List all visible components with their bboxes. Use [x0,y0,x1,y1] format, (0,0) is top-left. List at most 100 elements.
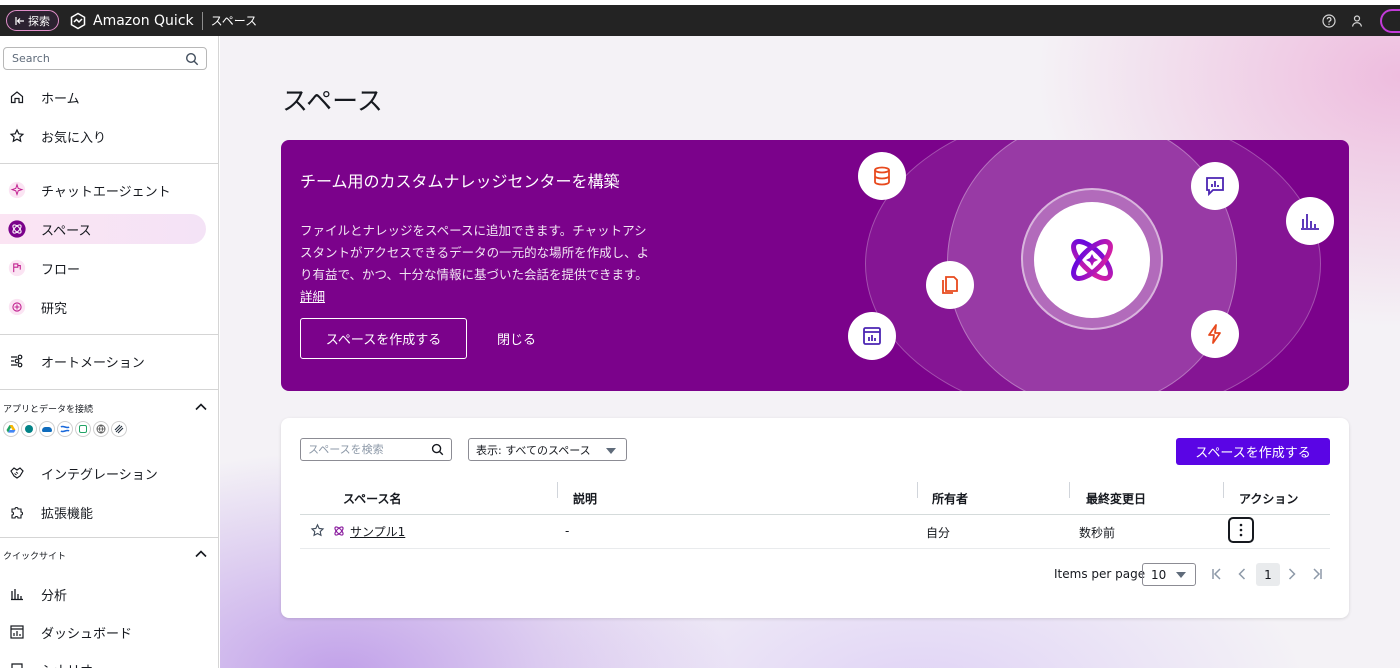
app-connector-list [3,421,127,437]
sidebar-search[interactable] [3,47,207,70]
sidebar-item-spaces[interactable]: スペース [0,214,206,244]
avatar[interactable] [1380,8,1400,33]
quick-logo-icon [70,12,86,29]
hero-banner: チーム用のカスタムナレッジセンターを構築 ファイルとナレッジをスペースに追加でき… [281,140,1349,391]
sidebar-divider [0,389,218,390]
sidebar-item-dashboard[interactable]: ダッシュボード [0,617,218,647]
sidebar-divider [0,163,218,164]
sidebar-item-flows[interactable]: フロー [0,253,218,283]
favorite-star-icon[interactable] [310,523,325,538]
column-divider [1069,482,1070,498]
sidebar-item-label: スペース [41,223,92,239]
sharepoint-icon[interactable] [21,421,37,437]
column-divider [917,482,918,498]
current-page[interactable]: 1 [1256,563,1280,586]
sidebar: ホーム お気に入り チャットエージェント スペース フロー 研究 オートメーショ… [0,36,219,668]
sidebar-item-label: チャットエージェント [41,184,171,200]
space-search-input[interactable] [308,443,423,456]
top-bar: 探索 Amazon Quick スペース [0,0,1400,36]
header-divider [300,514,1330,515]
items-per-page-select[interactable]: 10 [1142,563,1196,586]
row-divider [300,548,1330,549]
next-page-button[interactable] [1282,564,1302,584]
section-quicksight-header[interactable]: クイックサイト [3,546,213,564]
star-icon [9,128,25,143]
search-icon [185,52,199,66]
hero-description-text: ファイルとナレッジをスペースに追加できます。チャットアシスタントがアクセスできる… [300,223,650,282]
onedrive-icon[interactable] [39,421,55,437]
analysis-icon [11,589,23,601]
col-header-description[interactable]: 説明 [573,490,597,507]
flow-icon [8,259,26,277]
chevron-left-icon [1238,568,1246,580]
sidebar-item-integration[interactable]: インテグレーション [0,458,218,488]
chevron-up-icon [195,403,207,411]
bar-chart-icon [1286,197,1334,245]
section-quicksight-label: クイックサイト [3,551,67,562]
space-search[interactable] [300,438,452,461]
documents-icon [926,261,974,309]
chevron-up-icon [195,550,207,558]
sidebar-item-label: インテグレーション [41,467,158,483]
sparkle-icon [8,181,26,199]
feedback-chart-icon [1191,162,1239,210]
sidebar-item-chat-agent[interactable]: チャットエージェント [0,175,218,205]
create-space-button[interactable]: スペースを作成する [1176,438,1330,465]
web-icon[interactable] [93,421,109,437]
confluence-icon[interactable] [57,421,73,437]
puzzle-icon [11,507,23,519]
sidebar-item-home[interactable]: ホーム [0,82,218,112]
space-name-link[interactable]: サンプル1 [350,523,405,540]
research-icon [8,298,26,316]
space-filter-select[interactable]: 表示: すべてのスペース [468,438,627,461]
section-apps-header[interactable]: アプリとデータを接続 [3,399,213,417]
topbar-divider [201,11,203,30]
user-icon[interactable] [1350,14,1364,28]
database-icon [858,152,906,200]
items-per-page-value: 10 [1151,567,1167,582]
column-divider [557,482,558,498]
page-title: スペース [282,87,383,117]
previous-page-button[interactable] [1232,564,1252,584]
learn-more-link[interactable]: 詳細 [300,289,325,304]
hero-create-space-button[interactable]: スペースを作成する [300,318,467,359]
hero-title: チーム用のカスタムナレッジセンターを構築 [300,172,620,191]
sidebar-item-favorites[interactable]: お気に入り [0,121,218,151]
row-actions-button[interactable] [1228,517,1254,543]
collapse-left-icon [15,16,24,25]
first-page-icon [1212,568,1221,580]
spaces-table-card: 表示: すべてのスペース スペースを作成する スペース名 説明 所有者 最終変更… [281,418,1349,618]
sidebar-divider [0,537,218,538]
automation-icon [11,354,23,368]
sidebar-item-analysis[interactable]: 分析 [0,579,218,609]
home-icon [10,91,24,104]
space-logo-icon [1034,202,1150,318]
sidebar-item-label: 研究 [41,301,68,317]
col-header-modified[interactable]: 最終変更日 [1086,490,1146,507]
sidebar-search-input[interactable] [12,52,182,65]
help-icon[interactable] [1322,13,1336,28]
main-content: スペース チーム用のカスタムナレッジセンターを構築 ファイルとナレッジをスペース… [220,36,1400,668]
sidebar-item-label: ホーム [41,91,80,107]
col-header-name[interactable]: スペース名 [343,490,402,507]
last-page-icon [1313,568,1322,580]
more-vertical-icon [1239,523,1243,537]
google-drive-icon[interactable] [3,421,19,437]
sidebar-item-research[interactable]: 研究 [0,292,218,322]
space-owner: 自分 [926,526,951,540]
brand[interactable]: Amazon Quick [69,12,194,30]
chevron-right-icon [1288,568,1296,580]
items-per-page-label: Items per page [1054,567,1146,581]
s3-icon[interactable] [111,421,127,437]
caret-down-icon [1176,572,1186,578]
sidebar-item-scenario[interactable]: シナリオ [0,654,218,668]
col-header-owner[interactable]: 所有者 [932,490,968,507]
sidebar-item-extensions[interactable]: 拡張機能 [0,497,218,527]
sidebar-item-label: フロー [41,262,81,278]
first-page-button[interactable] [1207,564,1227,584]
explore-button[interactable]: 探索 [6,10,59,31]
hero-close-button[interactable]: 閉じる [497,318,536,359]
sidebar-item-automation[interactable]: オートメーション [0,346,218,376]
last-page-button[interactable] [1307,564,1327,584]
excel-icon[interactable] [75,421,91,437]
